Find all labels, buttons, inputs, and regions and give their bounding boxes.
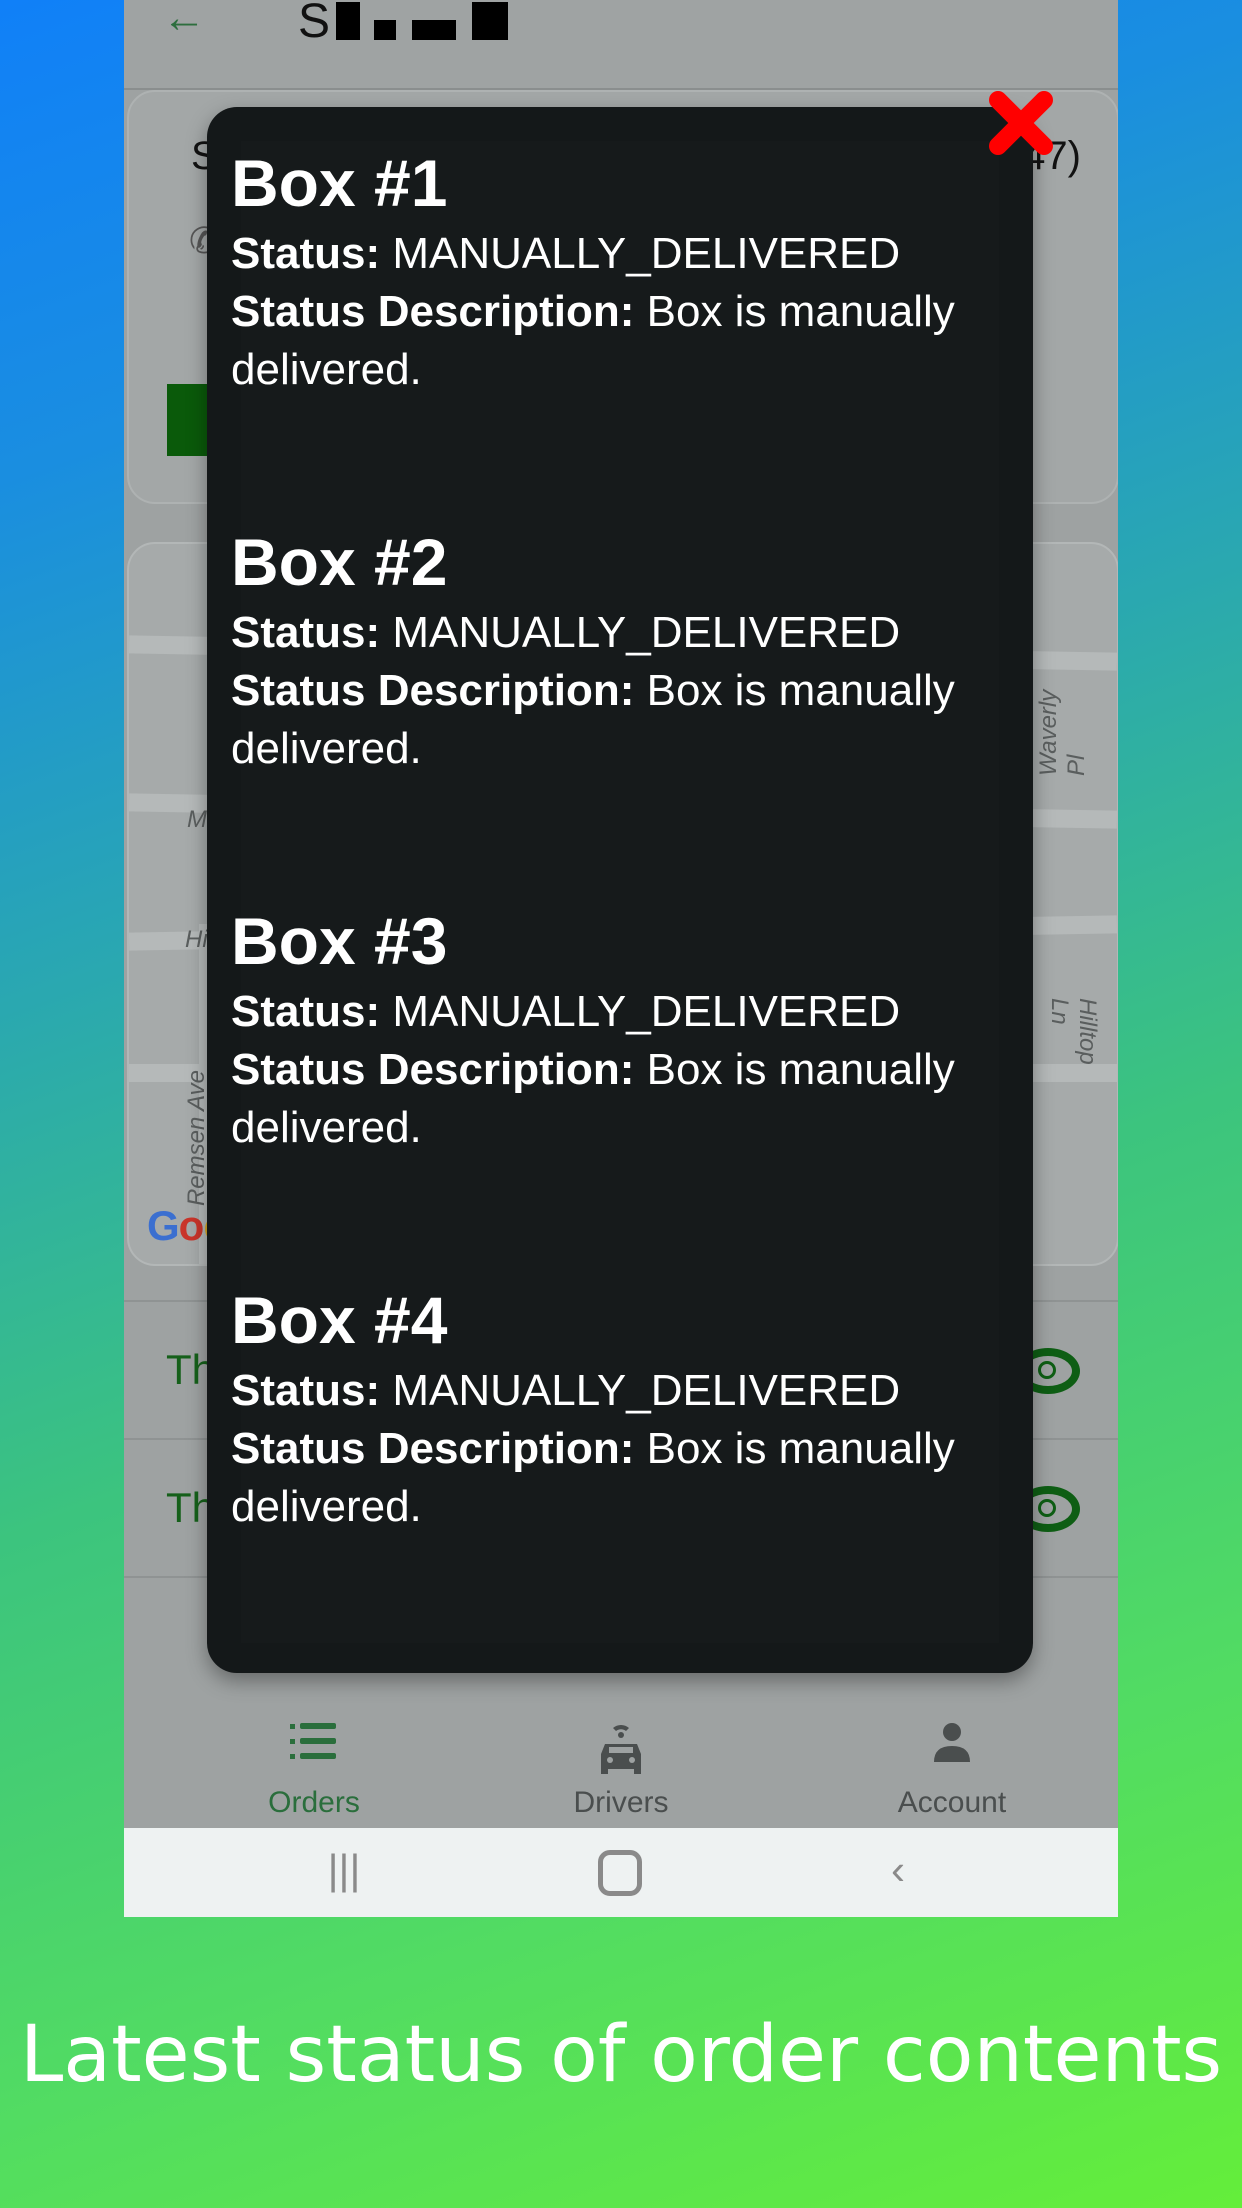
status-label: Status:: [231, 608, 381, 657]
box-entry: Box #3 Status: MANUALLY_DELIVERED Status…: [231, 905, 971, 1157]
box-title: Box #3: [231, 904, 448, 978]
description-label: Status Description:: [231, 1045, 635, 1094]
box-description: Status Description: Box is manually deli…: [231, 662, 971, 778]
phone-screen: ← S Schr (Order #2047) ✆ Delivered (Driv…: [124, 0, 1118, 1917]
promo-caption: Latest status of order contents: [19, 2010, 1223, 2100]
status-value: MANUALLY_DELIVERED: [392, 987, 901, 1036]
box-status: Status: MANUALLY_DELIVERED: [231, 983, 971, 1041]
system-navigation-bar: ||| ‹: [124, 1828, 1118, 1917]
status-value: MANUALLY_DELIVERED: [392, 1366, 901, 1415]
box-title: Box #1: [231, 146, 448, 220]
box-entry: Box #4 Status: MANUALLY_DELIVERED Status…: [231, 1284, 971, 1536]
home-button[interactable]: [580, 1840, 660, 1900]
recents-icon: |||: [327, 1846, 361, 1893]
status-value: MANUALLY_DELIVERED: [392, 608, 901, 657]
home-icon: [598, 1849, 642, 1896]
box-entry: Box #1 Status: MANUALLY_DELIVERED Status…: [231, 147, 971, 399]
recents-button[interactable]: |||: [304, 1840, 384, 1900]
box-status-modal: Box #1 Status: MANUALLY_DELIVERED Status…: [207, 107, 1033, 1673]
box-status: Status: MANUALLY_DELIVERED: [231, 604, 971, 662]
box-description: Status Description: Box is manually deli…: [231, 1420, 971, 1536]
status-value: MANUALLY_DELIVERED: [392, 229, 901, 278]
box-description: Status Description: Box is manually deli…: [231, 1041, 971, 1157]
box-title: Box #4: [231, 1283, 448, 1357]
description-label: Status Description:: [231, 666, 635, 715]
status-label: Status:: [231, 229, 381, 278]
status-label: Status:: [231, 1366, 381, 1415]
box-entry: Box #2 Status: MANUALLY_DELIVERED Status…: [231, 526, 971, 778]
description-label: Status Description:: [231, 1424, 635, 1473]
back-nav-button[interactable]: ‹: [858, 1840, 938, 1900]
box-status: Status: MANUALLY_DELIVERED: [231, 1362, 971, 1420]
close-icon: [989, 91, 1053, 155]
status-label: Status:: [231, 987, 381, 1036]
description-label: Status Description:: [231, 287, 635, 336]
box-status: Status: MANUALLY_DELIVERED: [231, 225, 971, 283]
close-button[interactable]: [986, 88, 1056, 158]
box-description: Status Description: Box is manually deli…: [231, 283, 971, 399]
box-title: Box #2: [231, 525, 448, 599]
back-icon: ‹: [891, 1846, 905, 1893]
